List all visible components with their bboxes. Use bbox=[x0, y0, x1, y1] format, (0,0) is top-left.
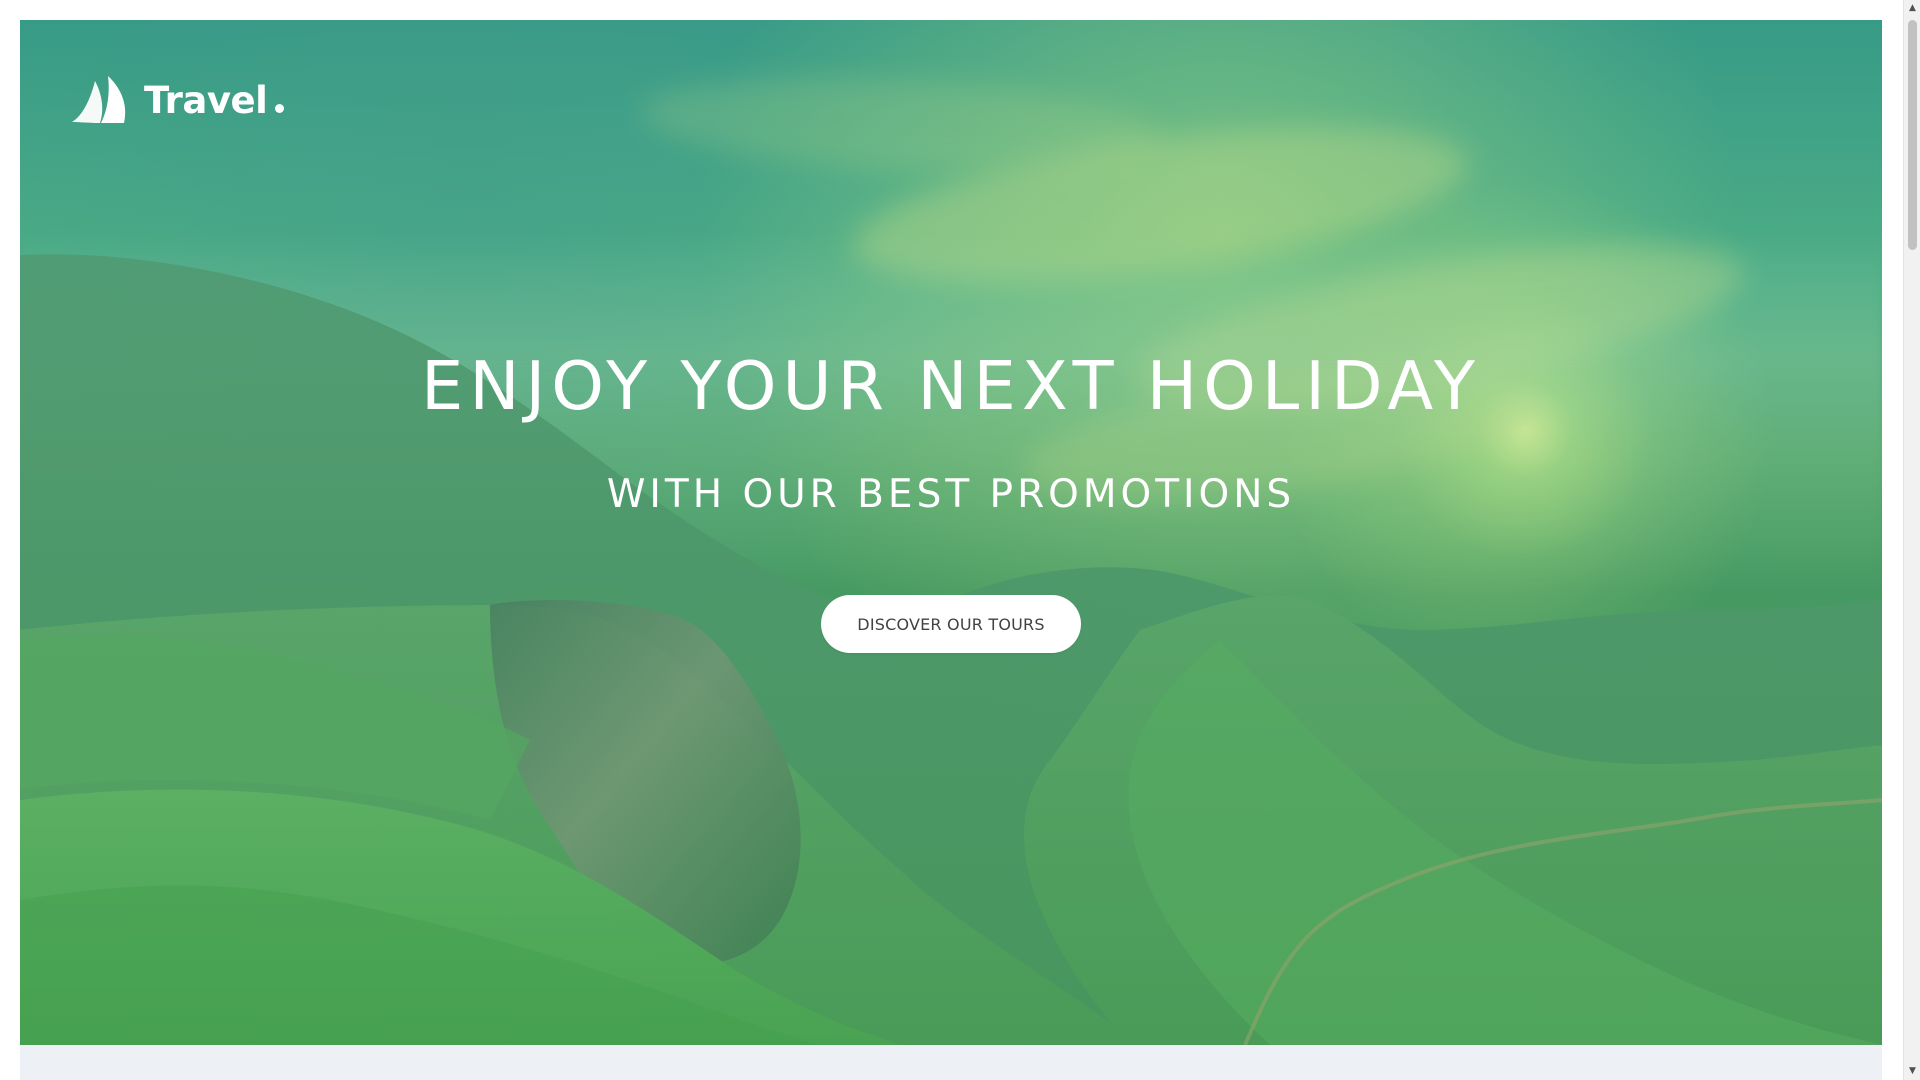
hero-content: ENJOY YOUR NEXT HOLIDAY WITH OUR BEST PR… bbox=[20, 347, 1882, 517]
scrollbar-thumb[interactable] bbox=[1908, 20, 1917, 250]
sail-icon bbox=[72, 76, 126, 123]
hero-section: Travel ENJOY YOUR NEXT HOLIDAY WITH OUR … bbox=[20, 20, 1882, 1045]
green-image-overlay bbox=[20, 20, 1882, 1045]
next-section-preview bbox=[20, 1045, 1882, 1080]
discover-tours-button[interactable]: DISCOVER OUR TOURS bbox=[821, 595, 1081, 653]
scroll-down-icon[interactable]: ▼ bbox=[1904, 1063, 1920, 1080]
hero-subtitle: WITH OUR BEST PROMOTIONS bbox=[606, 471, 1296, 517]
hero-title: ENJOY YOUR NEXT HOLIDAY bbox=[421, 347, 1481, 425]
scroll-up-icon[interactable]: ▲ bbox=[1904, 0, 1920, 17]
brand-name: Travel bbox=[144, 78, 268, 122]
brand-dot bbox=[275, 104, 285, 113]
travel-landing-page: Travel ENJOY YOUR NEXT HOLIDAY WITH OUR … bbox=[0, 0, 1920, 1080]
brand-logo[interactable]: Travel bbox=[70, 70, 285, 130]
vertical-scrollbar[interactable]: ▲ ▼ bbox=[1903, 0, 1920, 1080]
